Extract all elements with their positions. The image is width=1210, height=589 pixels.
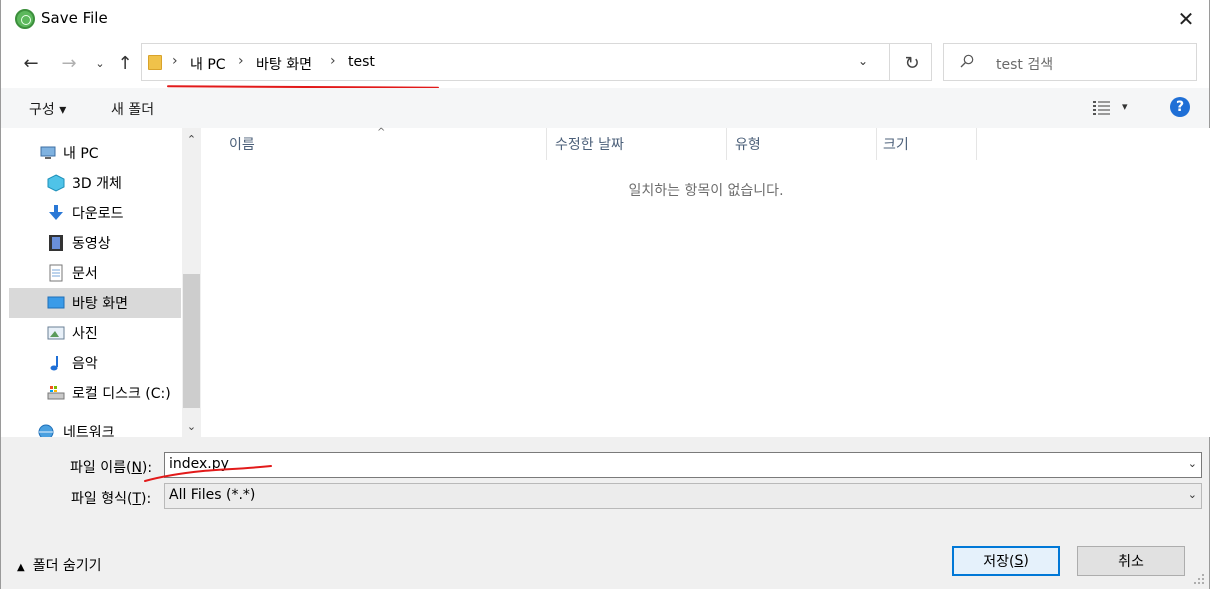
organize-button[interactable]: 구성 ▾ bbox=[29, 99, 66, 119]
refresh-button[interactable]: ↻ bbox=[900, 51, 924, 75]
sidebar-item-music[interactable]: 음악 bbox=[9, 348, 181, 378]
document-icon bbox=[49, 264, 63, 282]
resize-grip-icon[interactable] bbox=[1193, 573, 1205, 585]
hide-folders-label: 폴더 숨기기 bbox=[32, 558, 102, 574]
sidebar-item-my-pc[interactable]: 내 PC bbox=[9, 138, 181, 168]
title-bar: Save File ✕ bbox=[1, 0, 1209, 38]
sidebar-item-documents[interactable]: 문서 bbox=[9, 258, 181, 288]
breadcrumb-test[interactable]: test bbox=[348, 54, 375, 70]
sidebar-item-label: 3D 개체 bbox=[72, 176, 122, 192]
cancel-button[interactable]: 취소 bbox=[1077, 546, 1185, 576]
sidebar-item-network[interactable]: 네트워크 bbox=[9, 417, 181, 437]
hide-folders-button[interactable]: ▲ 폴더 숨기기 bbox=[17, 555, 102, 575]
sidebar-item-label: 로컬 디스크 (C:) bbox=[72, 386, 171, 402]
cube-icon bbox=[47, 174, 65, 192]
column-header-modified[interactable]: 수정한 날짜 bbox=[555, 128, 624, 160]
forward-button[interactable]: → bbox=[56, 50, 82, 76]
breadcrumb-my-pc[interactable]: 내 PC bbox=[190, 54, 226, 74]
sidebar-item-label: 동영상 bbox=[72, 236, 111, 252]
close-button[interactable]: ✕ bbox=[1163, 0, 1209, 38]
view-options-icon[interactable] bbox=[1092, 100, 1112, 116]
chevron-up-icon: ▲ bbox=[17, 562, 25, 573]
sidebar-item-pictures[interactable]: 사진 bbox=[9, 318, 181, 348]
drive-icon bbox=[47, 386, 65, 400]
breadcrumb-separator-icon[interactable]: › bbox=[238, 53, 244, 69]
column-divider[interactable] bbox=[546, 128, 547, 160]
music-icon bbox=[50, 356, 58, 371]
sidebar-item-label: 바탕 화면 bbox=[72, 296, 128, 312]
column-header-type[interactable]: 유형 bbox=[735, 128, 761, 160]
sidebar-item-3d-objects[interactable]: 3D 개체 bbox=[9, 168, 181, 198]
app-logo-icon bbox=[15, 9, 35, 29]
chevron-down-icon[interactable]: ⌄ bbox=[1188, 457, 1197, 470]
filetype-label: 파일 형식(T): bbox=[71, 491, 152, 507]
sidebar-item-label: 다운로드 bbox=[72, 206, 124, 222]
sort-ascending-icon: ^ bbox=[377, 127, 386, 138]
filename-label: 파일 이름(N): bbox=[70, 460, 153, 476]
breadcrumb-separator-icon[interactable]: › bbox=[172, 53, 178, 69]
sidebar-item-label: 음악 bbox=[72, 356, 98, 372]
sidebar-item-label: 문서 bbox=[72, 266, 98, 282]
view-dropdown-icon[interactable]: ▾ bbox=[1122, 100, 1128, 113]
save-button[interactable]: 저장(S) bbox=[952, 546, 1060, 576]
column-divider[interactable] bbox=[876, 128, 877, 160]
sidebar-item-local-disk[interactable]: 로컬 디스크 (C:) bbox=[9, 378, 181, 408]
recent-locations-button[interactable]: ⌄ bbox=[87, 50, 113, 76]
video-icon bbox=[49, 235, 63, 251]
navigation-pane-scrollbar[interactable]: ⌃ ⌄ bbox=[182, 128, 201, 437]
search-icon bbox=[960, 54, 974, 68]
column-divider[interactable] bbox=[726, 128, 727, 160]
scroll-thumb[interactable] bbox=[183, 274, 200, 408]
command-bar: 구성 ▾ 새 폴더 ▾ ? bbox=[1, 88, 1209, 128]
sidebar-item-label: 사진 bbox=[72, 326, 98, 342]
search-input[interactable]: test 검색 bbox=[943, 43, 1197, 81]
new-folder-button[interactable]: 새 폴더 bbox=[111, 99, 154, 119]
computer-icon bbox=[40, 146, 56, 159]
scroll-up-icon[interactable]: ⌃ bbox=[182, 128, 201, 150]
sidebar-item-downloads[interactable]: 다운로드 bbox=[9, 198, 181, 228]
search-placeholder: test 검색 bbox=[996, 57, 1054, 73]
navigation-pane: 내 PC 3D 개체 다운로드 동영상 문서 바탕 화면 사진 음악 로컬 디스… bbox=[1, 128, 201, 437]
picture-icon bbox=[47, 326, 65, 340]
breadcrumb-desktop[interactable]: 바탕 화면 bbox=[256, 54, 312, 74]
help-icon[interactable]: ? bbox=[1170, 97, 1190, 117]
network-icon bbox=[38, 424, 54, 437]
window-title: Save File bbox=[41, 9, 108, 27]
filetype-value: All Files (*.*) bbox=[169, 487, 256, 503]
back-button[interactable]: ← bbox=[18, 50, 44, 76]
chevron-down-icon[interactable]: ⌄ bbox=[1188, 488, 1197, 501]
breadcrumb-separator-icon[interactable]: › bbox=[330, 53, 336, 69]
sidebar-item-desktop[interactable]: 바탕 화면 bbox=[9, 288, 181, 318]
save-file-dialog: Save File ✕ ← → ⌄ ↑ › 내 PC › 바탕 화면 › tes… bbox=[0, 0, 1210, 589]
up-button[interactable]: ↑ bbox=[112, 50, 138, 76]
folder-icon bbox=[148, 55, 162, 70]
annotation-underline bbox=[144, 465, 272, 482]
sidebar-item-videos[interactable]: 동영상 bbox=[9, 228, 181, 258]
scroll-down-icon[interactable]: ⌄ bbox=[182, 415, 201, 437]
navigation-row: ← → ⌄ ↑ › 내 PC › 바탕 화면 › test ⌄ ↻ test 검… bbox=[1, 38, 1209, 88]
address-bar[interactable]: › 내 PC › 바탕 화면 › test ⌄ ↻ bbox=[141, 43, 932, 81]
desktop-icon bbox=[47, 296, 65, 309]
column-header-name[interactable]: 이름 bbox=[229, 128, 255, 160]
empty-list-message: 일치하는 항목이 없습니다. bbox=[628, 183, 784, 199]
download-icon bbox=[49, 205, 63, 220]
column-divider[interactable] bbox=[976, 128, 977, 160]
address-divider bbox=[889, 44, 890, 80]
address-dropdown-icon[interactable]: ⌄ bbox=[858, 54, 868, 68]
sidebar-item-label: 네트워크 bbox=[63, 425, 115, 437]
file-list[interactable]: ^ 이름 수정한 날짜 유형 크기 일치하는 항목이 없습니다. bbox=[201, 127, 1210, 437]
sidebar-item-label: 내 PC bbox=[63, 146, 99, 162]
column-header-size[interactable]: 크기 bbox=[883, 128, 909, 160]
filename-field[interactable]: index.py ⌄ bbox=[164, 452, 1202, 478]
filetype-select[interactable]: All Files (*.*) ⌄ bbox=[164, 483, 1202, 509]
